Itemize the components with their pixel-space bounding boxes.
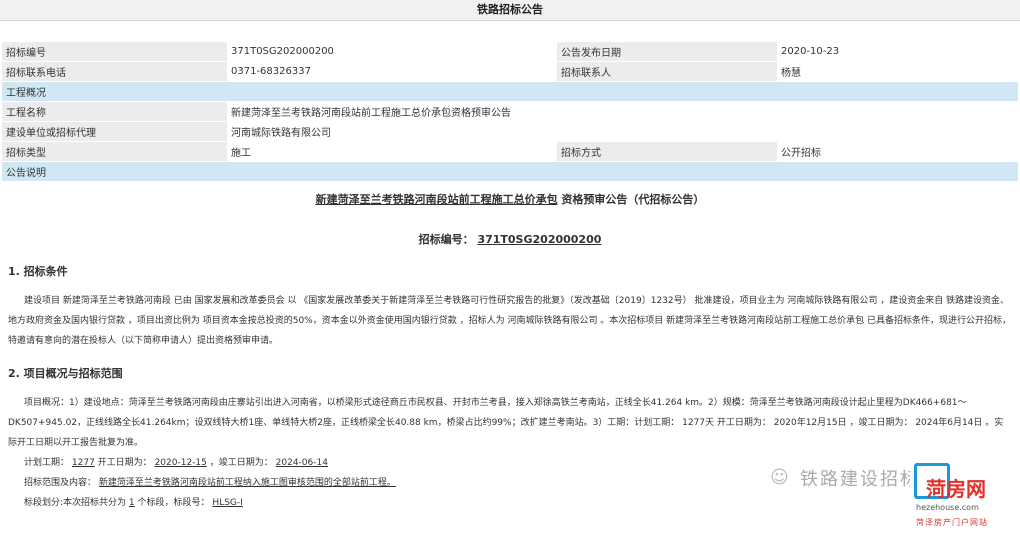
label-tender-type: 招标类型: [2, 141, 227, 162]
heading-tender-conditions: 1. 招标条件: [8, 265, 68, 278]
label-project-name: 工程名称: [2, 101, 227, 122]
notice-title: 新建菏泽至兰考铁路河南段站前工程施工总价承包 资格预审公告（代招标公告）: [8, 191, 1012, 209]
info-row: 招标类型 施工 招标方式 公开招标: [2, 141, 1018, 162]
label-tender-method: 招标方式: [557, 141, 777, 162]
notice-title-rest: 资格预审公告（代招标公告）: [561, 193, 705, 206]
paragraph-project-overview: 项目概况：1）建设地点：菏泽至兰考铁路河南段由庄寨站引出进入河南省，以桥梁形式途…: [8, 398, 1004, 448]
label-publish-date: 公告发布日期: [557, 42, 777, 62]
watermark: ☺ 铁路建设招标 菏房网 hezehouse.com 菏泽房产门户网站: [770, 455, 1000, 535]
wechat-icon: ☺: [770, 467, 789, 488]
heading-project-scope: 2. 项目概况与招标范围: [8, 367, 123, 380]
info-row: 工程名称 新建菏泽至兰考铁路河南段站前工程施工总价承包资格预审公告: [2, 101, 1018, 122]
tender-number-line: 招标编号： 371T0SG202000200: [8, 231, 1012, 249]
lot-count-value: 1: [128, 498, 135, 508]
site-logo: 菏房网 hezehouse.com 菏泽房产门户网站: [910, 455, 1000, 535]
end-date-value: 2024-06-14: [275, 458, 328, 468]
value-phone: 0371-68326337: [227, 61, 557, 82]
label-phone: 招标联系电话: [2, 61, 227, 82]
info-table: 招标编号 371T0SG202000200 公告发布日期 2020-10-23 …: [2, 42, 1018, 182]
info-row: 招标联系电话 0371-68326337 招标联系人 杨慧: [2, 61, 1018, 82]
scope-value: 新建菏泽至兰考铁路河南段站前工程纳入施工图审核范围的全部站前工程。: [98, 478, 396, 488]
value-tender-method: 公开招标: [777, 141, 1018, 162]
info-row: 建设单位或招标代理 河南城际铁路有限公司: [2, 121, 1018, 142]
value-tender-type: 施工: [227, 141, 557, 162]
page-title: 铁路招标公告: [0, 0, 1020, 21]
info-row: 招标编号 371T0SG202000200 公告发布日期 2020-10-23: [2, 42, 1018, 62]
logo-name: 菏房网: [926, 477, 986, 501]
lot-number-value: HLSG-I: [212, 498, 243, 508]
section-header-overview: 工程概况: [2, 81, 1018, 102]
plan-duration-value: 1277: [71, 458, 95, 468]
value-publish-date: 2020-10-23: [777, 42, 1018, 62]
notice-title-project: 新建菏泽至兰考铁路河南段站前工程施工总价承包: [315, 193, 558, 206]
tender-number-value: 371T0SG202000200: [477, 233, 602, 246]
value-project-name: 新建菏泽至兰考铁路河南段站前工程施工总价承包资格预审公告: [227, 101, 1018, 122]
value-contact: 杨慧: [777, 61, 1018, 82]
label-contact: 招标联系人: [557, 61, 777, 82]
tender-number-label: 招标编号：: [418, 233, 474, 246]
logo-domain: hezehouse.com: [916, 503, 979, 512]
paragraph-tender-conditions: 建设项目 新建菏泽至兰考铁路河南段 已由 国家发展和改革委员会 以 《国家发展改…: [8, 296, 1012, 346]
watermark-text: 铁路建设招标: [800, 469, 920, 490]
value-tender-no: 371T0SG202000200: [227, 42, 557, 62]
start-date-value: 2020-12-15: [154, 458, 207, 468]
value-builder: 河南城际铁路有限公司: [227, 121, 1018, 142]
section-header-notice: 公告说明: [2, 161, 1018, 182]
label-builder: 建设单位或招标代理: [2, 121, 227, 142]
logo-slogan: 菏泽房产门户网站: [916, 518, 988, 527]
label-tender-no: 招标编号: [2, 42, 227, 62]
